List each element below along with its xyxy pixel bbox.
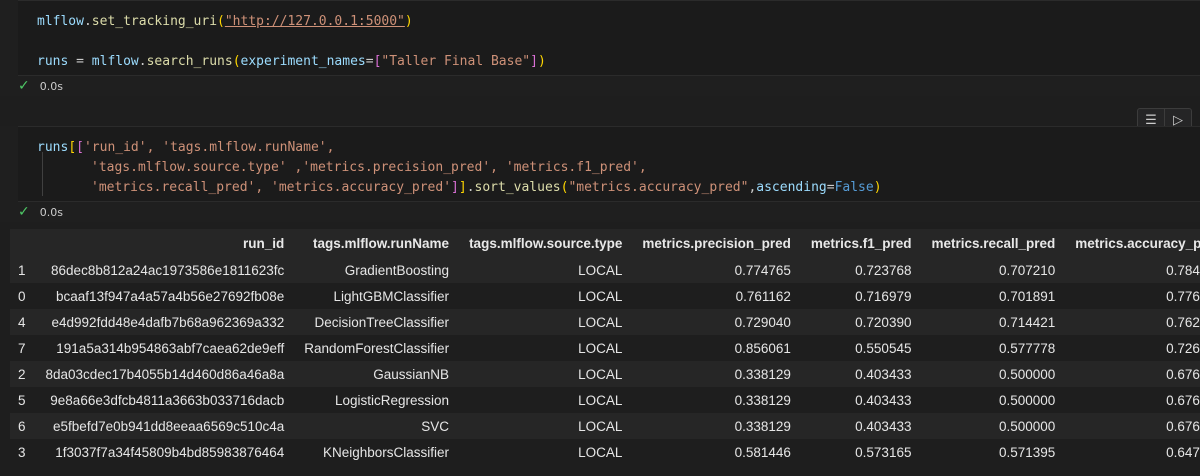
execution-time: 0.0s: [39, 79, 63, 93]
column-header: metrics.precision_pred: [632, 229, 801, 257]
table-cell: 191a5a314b954863abf7caea62de9eff: [35, 335, 295, 361]
row-index: 1: [10, 257, 36, 283]
column-header: metrics.f1_pred: [800, 229, 922, 257]
code-cell-1[interactable]: mlflow.set_tracking_uri("http://127.0.0.…: [0, 0, 1200, 96]
tracking-uri-link[interactable]: "http://127.0.0.1:5000": [225, 14, 405, 29]
table-row: 4 e4d992fdd48e4dafb7b68a962369a332 Decisio…: [10, 309, 1200, 335]
table-cell: LOCAL: [459, 283, 633, 309]
table-cell: 0.776978: [1065, 283, 1200, 309]
table-row: 7 191a5a314b954863abf7caea62de9eff RandomF…: [10, 335, 1200, 361]
table-row: 3 1f3037f7a34f45809b4bd85983876464 KNeighb…: [10, 439, 1200, 465]
table-cell: 0.714421: [921, 309, 1066, 335]
table-cell: 0.716979: [800, 283, 922, 309]
table-row: 5 9e8a66e3dfcb4811a3663b033716dacb Logisti…: [10, 387, 1200, 413]
row-index: 6: [10, 413, 36, 439]
table-cell: e5fbefd7e0b941dd8eeaa6569c510c4a: [35, 413, 295, 439]
table-cell: 0.571395: [921, 439, 1066, 465]
table-cell: 0.500000: [921, 413, 1066, 439]
row-index: 3: [10, 439, 36, 465]
table-cell: 0.676259: [1065, 413, 1200, 439]
table-cell: 0.762590: [1065, 309, 1200, 335]
column-header: tags.mlflow.source.type: [459, 229, 633, 257]
table-cell: 1f3037f7a34f45809b4bd85983876464: [35, 439, 295, 465]
row-index: 4: [10, 309, 36, 335]
execution-status-1: ✓ 0.0s: [18, 78, 63, 94]
table-cell: LOCAL: [459, 257, 633, 283]
table-cell: 0.403433: [800, 413, 922, 439]
table-cell: LOCAL: [459, 335, 633, 361]
table-cell: 0.338129: [632, 387, 801, 413]
code-line-1[interactable]: mlflow.set_tracking_uri("http://127.0.0.…: [37, 12, 413, 32]
table-cell: 0.403433: [800, 361, 922, 387]
table-cell: 0.774765: [632, 257, 801, 283]
table-cell: LightGBMClassifier: [294, 283, 460, 309]
table-cell: 0.676259: [1065, 387, 1200, 413]
table-cell: 0.856061: [632, 335, 801, 361]
table-cell: 86dec8b812a24ac1973586e1811623fc: [35, 257, 295, 283]
column-header: metrics.recall_pred: [921, 229, 1066, 257]
table-cell: 0.784173: [1065, 257, 1200, 283]
table-cell: 0.500000: [921, 387, 1066, 413]
code-line-2[interactable]: runs = mlflow.search_runs(experiment_nam…: [37, 52, 546, 72]
checkmark-icon: ✓: [18, 204, 30, 220]
code-line-3[interactable]: runs[['run_id', 'tags.mlflow.runName',: [37, 138, 334, 158]
column-header: tags.mlflow.runName: [294, 229, 460, 257]
execution-status-2: ✓ 0.0s: [18, 204, 63, 220]
table-cell: LOCAL: [459, 309, 633, 335]
table-cell: 0.729040: [632, 309, 801, 335]
table-row: 1 86dec8b812a24ac1973586e1811623fc Gradien…: [10, 257, 1200, 283]
table-cell: 0.707210: [921, 257, 1066, 283]
table-cell: GaussianNB: [294, 361, 460, 387]
table-cell: LOCAL: [459, 387, 633, 413]
table-cell: GradientBoosting: [294, 257, 460, 283]
indent-guide: [42, 152, 43, 196]
table-cell: 0.338129: [632, 361, 801, 387]
dataframe-output: run_id tags.mlflow.runName tags.mlflow.sou…: [10, 229, 1200, 465]
table-cell: LOCAL: [459, 413, 633, 439]
table-cell: 0.577778: [921, 335, 1066, 361]
table-row: 6 e5fbefd7e0b941dd8eeaa6569c510c4a SVC LOCA…: [10, 413, 1200, 439]
table-row: 2 8da03cdec17b4055b14d460d86a46a8a Gaussia…: [10, 361, 1200, 387]
table-cell: KNeighborsClassifier: [294, 439, 460, 465]
row-index: 2: [10, 361, 36, 387]
row-index: 5: [10, 387, 36, 413]
table-cell: 0.647482: [1065, 439, 1200, 465]
column-header: run_id: [35, 229, 295, 257]
execution-time: 0.0s: [39, 205, 63, 219]
table-cell: 0.720390: [800, 309, 922, 335]
table-cell: LOCAL: [459, 439, 633, 465]
table-header-row: run_id tags.mlflow.runName tags.mlflow.sou…: [10, 229, 1200, 257]
table-cell: 0.701891: [921, 283, 1066, 309]
table-cell: 8da03cdec17b4055b14d460d86a46a8a: [35, 361, 295, 387]
table-cell: e4d992fdd48e4dafb7b68a962369a332: [35, 309, 295, 335]
table-cell: 0.726619: [1065, 335, 1200, 361]
table-cell: 0.550545: [800, 335, 922, 361]
column-header: [10, 229, 36, 257]
table-cell: DecisionTreeClassifier: [294, 309, 460, 335]
table-row: 0 bcaaf13f947a4a57a4b56e27692fb08e LightGB…: [10, 283, 1200, 309]
table-cell: 0.573165: [800, 439, 922, 465]
table-cell: 0.338129: [632, 413, 801, 439]
column-header: metrics.accuracy_pred: [1065, 229, 1200, 257]
code-line-4[interactable]: 'tags.mlflow.source.type' ,'metrics.prec…: [91, 158, 647, 178]
table-cell: bcaaf13f947a4a57a4b56e27692fb08e: [35, 283, 295, 309]
table-cell: RandomForestClassifier: [294, 335, 460, 361]
table-cell: LOCAL: [459, 361, 633, 387]
row-index: 0: [10, 283, 36, 309]
table-cell: 0.581446: [632, 439, 801, 465]
row-index: 7: [10, 335, 36, 361]
table-cell: 0.403433: [800, 387, 922, 413]
table-cell: 0.500000: [921, 361, 1066, 387]
table-cell: 0.761162: [632, 283, 801, 309]
code-cell-2[interactable]: runs[['run_id', 'tags.mlflow.runName', '…: [0, 126, 1200, 222]
table-cell: LogisticRegression: [294, 387, 460, 413]
table-cell: 9e8a66e3dfcb4811a3663b033716dacb: [35, 387, 295, 413]
table-cell: 0.676259: [1065, 361, 1200, 387]
code-line-5[interactable]: 'metrics.recall_pred', 'metrics.accuracy…: [91, 178, 882, 198]
checkmark-icon: ✓: [18, 78, 30, 94]
table-cell: 0.723768: [800, 257, 922, 283]
table-cell: SVC: [294, 413, 460, 439]
